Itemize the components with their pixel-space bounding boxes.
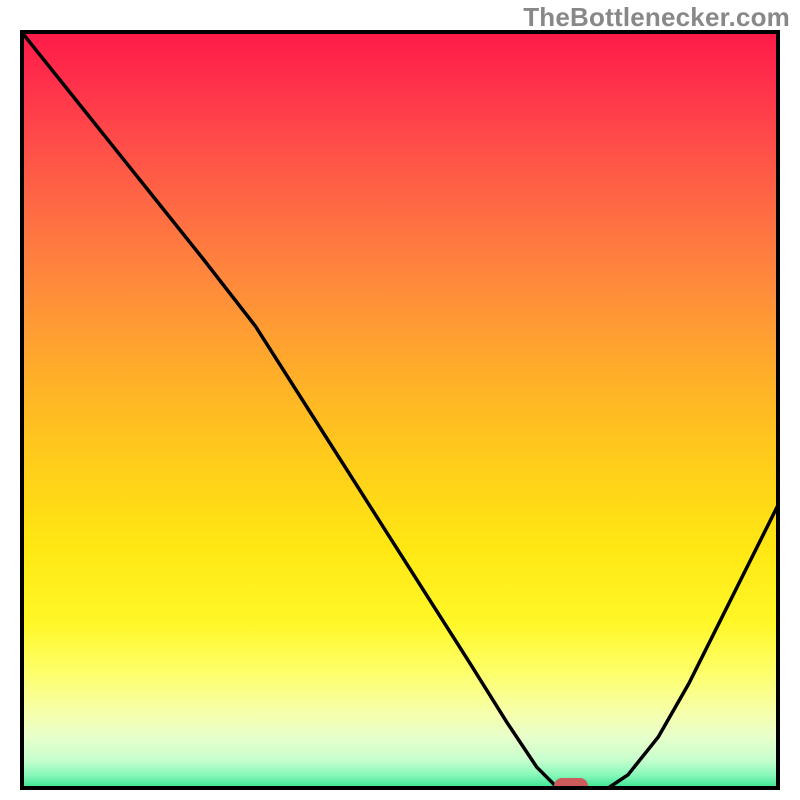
plot-frame xyxy=(20,30,780,790)
chart-container: TheBottlenecker.com xyxy=(0,0,800,800)
watermark-text: TheBottlenecker.com xyxy=(523,2,790,33)
optimal-point-marker xyxy=(554,778,588,790)
bottleneck-curve xyxy=(20,30,780,790)
plot-area xyxy=(20,30,780,790)
